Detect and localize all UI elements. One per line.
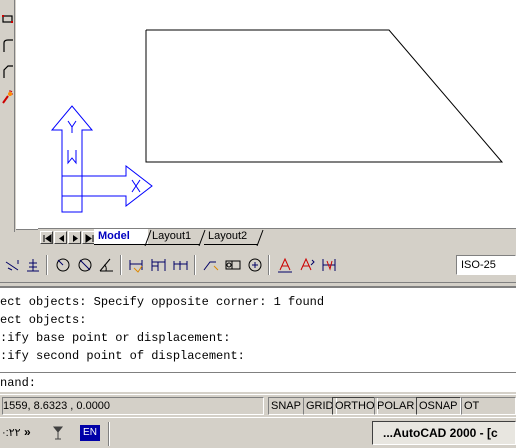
ucs-icon bbox=[50, 105, 153, 213]
dimension-edit-icon[interactable] bbox=[276, 256, 294, 274]
diameter-dimension-icon[interactable] bbox=[76, 256, 94, 274]
baseline-dimension-icon[interactable] bbox=[150, 256, 168, 274]
toolbar-separator bbox=[194, 255, 196, 275]
coordinate-display[interactable]: 1559, 8.6323 , 0.0000 bbox=[2, 397, 264, 415]
dimension-text-edit-icon[interactable] bbox=[298, 256, 316, 274]
tray-overflow-chevron[interactable]: » bbox=[24, 425, 31, 439]
osnap-toggle[interactable]: OSNAP bbox=[416, 397, 461, 415]
tab-layout2[interactable]: Layout2 bbox=[204, 229, 258, 245]
tab-model[interactable]: Model bbox=[94, 229, 148, 245]
dimension-update-icon[interactable] bbox=[320, 256, 338, 274]
center-mark-icon[interactable] bbox=[246, 256, 264, 274]
leader-icon[interactable] bbox=[202, 256, 220, 274]
fillet-tool-icon[interactable] bbox=[2, 38, 13, 52]
tray-icon[interactable] bbox=[52, 424, 64, 442]
polar-toggle[interactable]: POLAR bbox=[374, 397, 418, 415]
otrack-toggle[interactable]: OT bbox=[461, 397, 516, 415]
ordinate-dimension-icon[interactable] bbox=[24, 256, 42, 274]
angular-dimension-icon[interactable] bbox=[98, 256, 116, 274]
ortho-toggle[interactable]: ORTHO bbox=[332, 397, 378, 415]
command-window: ect objects: Specify opposite corner: 1 … bbox=[0, 286, 516, 392]
rectangle-tool-icon[interactable] bbox=[2, 12, 13, 26]
explode-tool-icon[interactable] bbox=[2, 90, 13, 104]
snap-toggle[interactable]: SNAP bbox=[268, 397, 304, 415]
radius-dimension-icon[interactable] bbox=[54, 256, 72, 274]
aligned-dimension-icon[interactable] bbox=[4, 256, 22, 274]
layout-tab-bar: Model Layout1 Layout2 bbox=[38, 228, 516, 246]
previous-tab-button[interactable] bbox=[54, 231, 67, 244]
chamfer-tool-icon[interactable] bbox=[2, 64, 13, 78]
taskbar-clock[interactable]: ·:٢٢ bbox=[2, 426, 21, 439]
toolbar-separator bbox=[120, 255, 122, 275]
command-input[interactable]: nand: bbox=[0, 372, 516, 392]
drawn-trapezoid[interactable] bbox=[145, 29, 504, 163]
tab-layout1[interactable]: Layout1 bbox=[148, 229, 200, 245]
toolbar-separator bbox=[268, 255, 270, 275]
command-history-line: ect objects: Specify opposite corner: 1 … bbox=[0, 295, 325, 309]
toolbar-separator bbox=[46, 255, 48, 275]
tolerance-icon[interactable] bbox=[224, 256, 242, 274]
command-history-line: ect objects: bbox=[0, 313, 87, 327]
status-bar: 1559, 8.6323 , 0.0000 SNAP GRID ORTHO PO… bbox=[0, 394, 516, 416]
command-history-line: :ify second point of displacement: bbox=[0, 349, 245, 363]
continue-dimension-icon[interactable] bbox=[172, 256, 190, 274]
next-tab-button[interactable] bbox=[68, 231, 81, 244]
dimension-style-select[interactable]: ISO-25 bbox=[456, 255, 516, 275]
language-indicator[interactable]: EN bbox=[80, 425, 100, 441]
tab-divider bbox=[256, 229, 264, 246]
draw-toolbar bbox=[0, 0, 15, 232]
windows-taskbar: ·:٢٢ » EN ...AutoCAD 2000 - [c bbox=[0, 417, 516, 448]
dimension-toolbar: ISO-25 bbox=[0, 247, 516, 283]
drawing-canvas[interactable] bbox=[16, 0, 516, 230]
taskbar-separator bbox=[108, 422, 110, 446]
command-prompt: nand: bbox=[0, 376, 37, 390]
quick-dimension-icon[interactable] bbox=[128, 256, 146, 274]
command-history-line: :ify base point or displacement: bbox=[0, 331, 231, 345]
first-tab-button[interactable] bbox=[40, 231, 53, 244]
autocad-task-button[interactable]: ...AutoCAD 2000 - [c bbox=[372, 421, 516, 445]
